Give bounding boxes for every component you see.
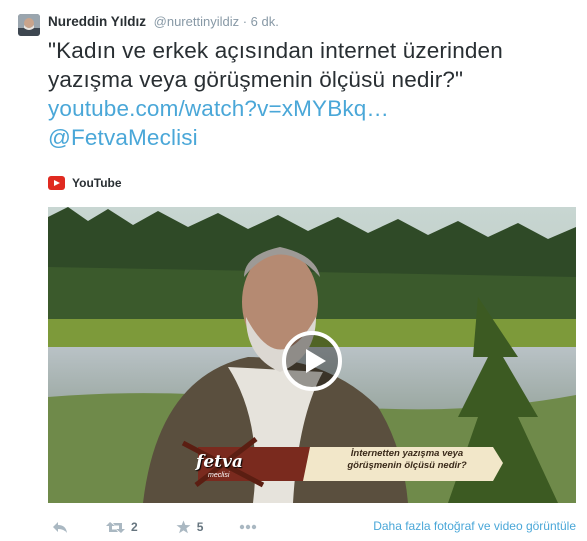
author-handle[interactable]: @nurettinyildiz	[154, 14, 239, 29]
reply-icon	[53, 521, 67, 533]
favorite-button[interactable]: 5	[176, 520, 204, 534]
video-caption: İnternetten yazışma veya görüşmenin ölçü…	[332, 448, 482, 472]
author-name[interactable]: Nureddin Yıldız	[48, 14, 146, 29]
favorite-count: 5	[196, 520, 204, 534]
caption-line-1: İnternetten yazışma veya	[350, 448, 464, 459]
caption-line-2: görüşmenin ölçüsü nedir?	[347, 460, 467, 471]
retweet-count: 2	[131, 520, 138, 534]
star-icon	[176, 520, 191, 534]
tweet-text: "Kadın ve erkek açısından internet üzeri…	[48, 36, 578, 152]
retweet-button[interactable]: 2	[106, 520, 138, 534]
tweet: Nureddin Yıldız @nurettinyildiz · 6 dk. …	[0, 0, 587, 541]
more-button[interactable]	[239, 524, 257, 530]
brand-subtitle: meclisi	[208, 472, 230, 479]
retweet-icon	[106, 521, 125, 533]
video-player[interactable]: fetva meclisi İnternetten yazışma veya g…	[48, 207, 576, 503]
video-link[interactable]: youtube.com/watch?v=xMYBkq…	[48, 94, 578, 123]
tweet-timestamp[interactable]: · 6 dk.	[243, 14, 279, 29]
more-icon	[240, 524, 257, 530]
more-media-link[interactable]: Daha fazla fotoğraf ve video görüntüle	[373, 518, 576, 534]
tweet-text-line-1: "Kadın ve erkek açısından internet üzeri…	[48, 38, 503, 63]
card-source[interactable]: YouTube	[48, 174, 122, 192]
youtube-icon	[48, 176, 65, 190]
card-source-label: YouTube	[72, 176, 122, 190]
avatar[interactable]	[18, 14, 40, 36]
avatar-image	[18, 14, 40, 36]
tweet-text-line-2: yazışma veya görüşmenin ölçüsü nedir?"	[48, 67, 464, 92]
reply-button[interactable]	[52, 521, 68, 534]
mention-link[interactable]: @FetvaMeclisi	[48, 123, 578, 152]
brand-logo: fetva	[196, 452, 243, 472]
play-icon[interactable]	[282, 331, 342, 391]
tweet-header: Nureddin Yıldız @nurettinyildiz · 6 dk.	[48, 13, 279, 33]
